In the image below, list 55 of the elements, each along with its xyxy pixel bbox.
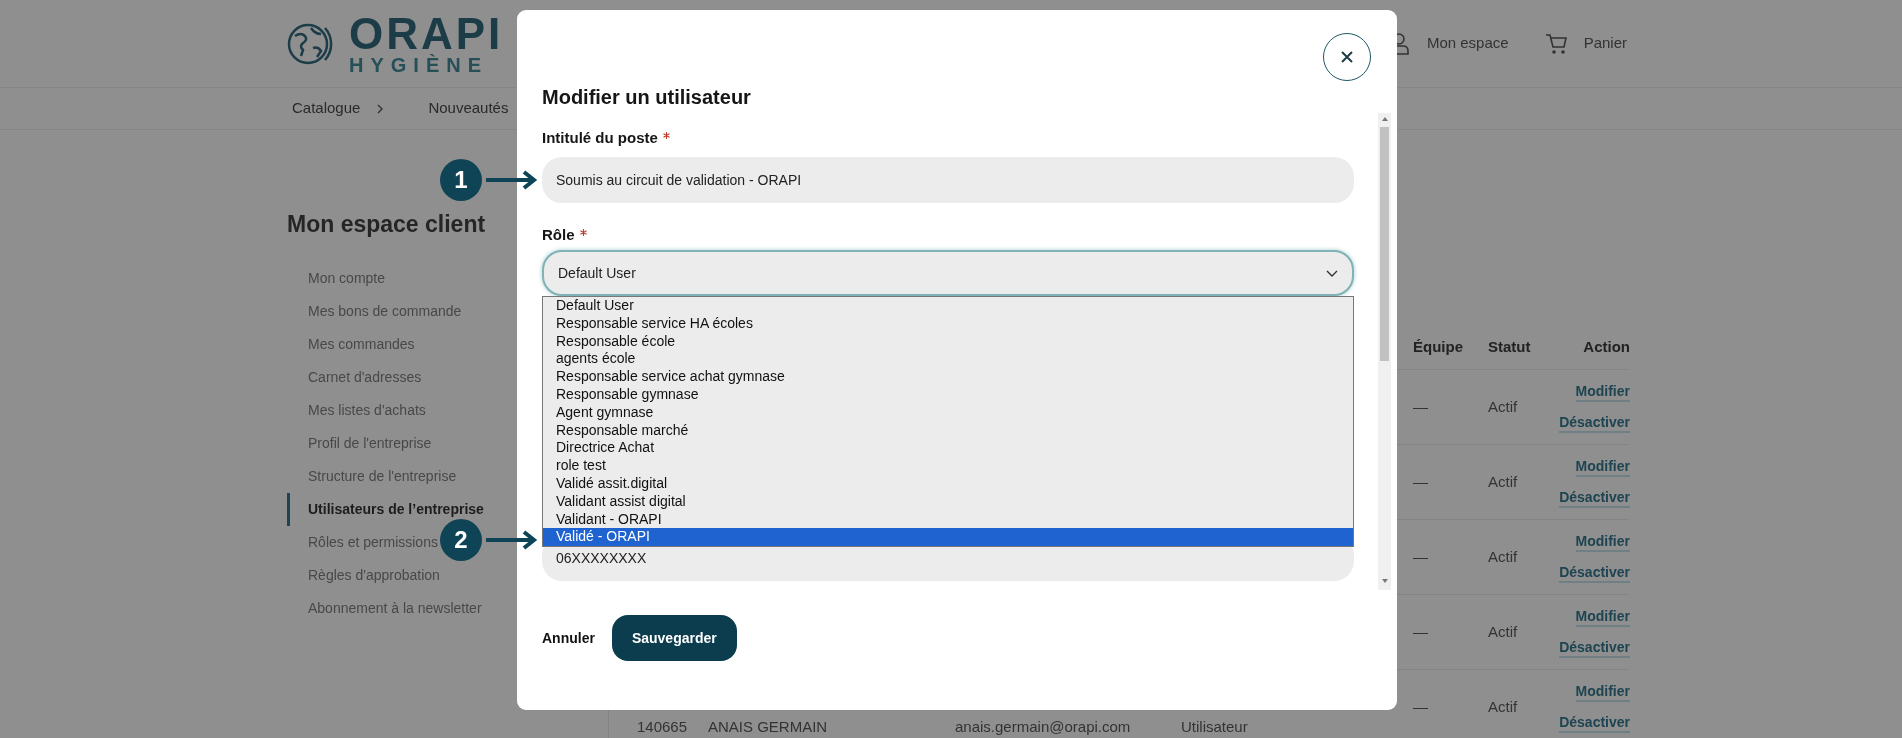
action-link[interactable]: Modifier (1575, 606, 1630, 627)
dropdown-option[interactable]: Responsable service HA écoles (543, 314, 1353, 333)
table-cell: — (1413, 697, 1428, 715)
table-cell: Actif (1488, 622, 1518, 640)
table-cell: Actif (1488, 472, 1518, 490)
dropdown-option[interactable]: Directrice Achat (543, 439, 1353, 458)
column-header: Action (1583, 338, 1630, 355)
action-link[interactable]: Désactiver (1559, 712, 1630, 733)
nav-link[interactable]: Nouveautés (428, 97, 509, 120)
table-cell: — (1413, 622, 1428, 640)
action-link[interactable]: Désactiver (1559, 562, 1630, 583)
action-link[interactable]: Désactiver (1559, 637, 1630, 658)
logo-wordmark: ORAPI (349, 12, 504, 55)
dropdown-option[interactable]: Responsable école (543, 332, 1353, 351)
dropdown-option[interactable]: Default User (543, 297, 1353, 315)
action-link[interactable]: Modifier (1575, 456, 1630, 477)
table-cell: Actif (1488, 547, 1518, 565)
column-header: Équipe (1413, 338, 1463, 355)
dropdown-option[interactable]: Responsable service achat gymnase (543, 368, 1353, 386)
table-cell: — (1413, 547, 1428, 565)
table-cell: — (1413, 397, 1428, 415)
column-header: Statut (1488, 338, 1531, 355)
save-button[interactable]: Sauvegarder (611, 615, 737, 661)
field-label: Intitulé du poste (542, 128, 658, 148)
dialog-title: Modifier un utilisateur (542, 85, 752, 109)
dropdown-option[interactable]: Responsable marché (543, 421, 1353, 440)
table-cell: anais.germain@orapi.com (955, 717, 1131, 735)
dropdown-option[interactable]: Validé assit.digital (543, 474, 1353, 493)
dropdown-option[interactable]: agents école (543, 350, 1353, 369)
action-link[interactable]: Désactiver (1559, 487, 1630, 508)
step-number-badge: 2 (440, 519, 482, 561)
table-cell: Utilisateur (1181, 717, 1248, 735)
input-field[interactable]: Soumis au circuit de validation - ORAPI (542, 157, 1354, 203)
table-cell: Actif (1488, 697, 1518, 715)
header-link[interactable]: Panier (1583, 32, 1627, 55)
sidebar-title: Mon espace client (287, 210, 486, 239)
field-label: Rôle (542, 225, 575, 245)
table-cell: ANAIS GERMAIN (708, 717, 828, 735)
action-link[interactable]: Modifier (1575, 381, 1630, 402)
select-field[interactable]: Default User (542, 250, 1354, 296)
nav-link[interactable]: Catalogue (292, 97, 361, 120)
dropdown-option[interactable]: role test (543, 457, 1353, 475)
header-link[interactable]: Mon espace (1426, 32, 1509, 55)
cancel-button[interactable]: Annuler (542, 627, 595, 649)
action-link[interactable]: Modifier (1575, 681, 1630, 702)
action-link[interactable]: Désactiver (1559, 412, 1630, 433)
dropdown-option[interactable]: Agent gymnase (543, 403, 1353, 422)
action-link[interactable]: Modifier (1575, 531, 1630, 552)
dropdown-option[interactable]: Validé - ORAPI (543, 528, 1353, 547)
table-cell: Actif (1488, 397, 1518, 415)
logo-subtitle: HYGIÈNE (349, 54, 490, 75)
step-number-badge: 1 (440, 159, 482, 201)
table-cell: 140665 (637, 717, 688, 735)
dropdown-option[interactable]: Responsable gymnase (543, 386, 1353, 404)
table-cell: — (1413, 472, 1428, 490)
